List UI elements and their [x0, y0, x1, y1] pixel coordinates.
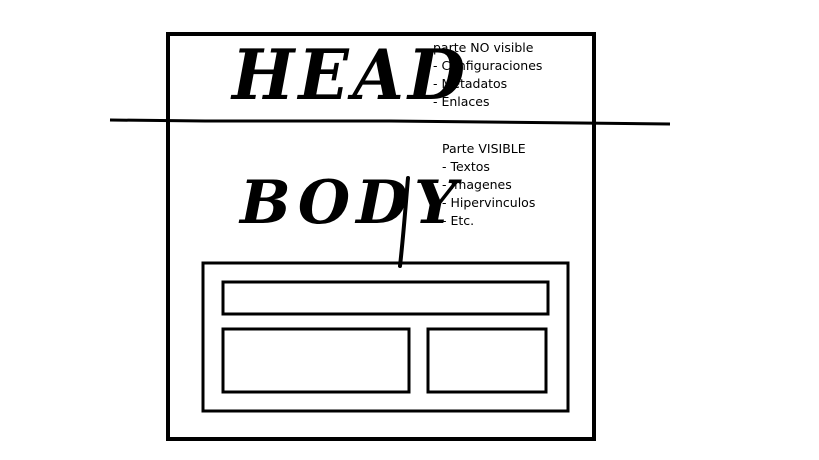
head-note-list: - Configuraciones - Metadatos - Enlaces	[433, 57, 542, 111]
body-note-heading: Parte VISIBLE	[442, 141, 526, 156]
head-note-item: - Enlaces	[433, 94, 490, 109]
body-note-item: - Imagenes	[442, 177, 512, 192]
body-note: Parte VISIBLE - Textos - Imagenes - Hipe…	[442, 140, 535, 230]
layout-container	[201, 261, 570, 413]
body-note-list: - Textos - Imagenes - Hipervinculos - Et…	[442, 158, 535, 230]
body-note-item: - Textos	[442, 159, 490, 174]
layout-main-block	[221, 327, 411, 394]
head-note: parte NO visible - Configuraciones - Met…	[433, 39, 542, 111]
body-title: BODY	[240, 168, 463, 238]
layout-aside-block	[426, 327, 548, 394]
head-note-heading: parte NO visible	[433, 40, 534, 55]
head-note-item: - Configuraciones	[433, 58, 543, 73]
head-body-divider	[109, 118, 671, 126]
body-note-item: - Etc.	[442, 213, 475, 228]
body-note-item: - Hipervinculos	[442, 195, 536, 210]
layout-header-block	[221, 280, 550, 316]
head-note-item: - Metadatos	[433, 76, 508, 91]
